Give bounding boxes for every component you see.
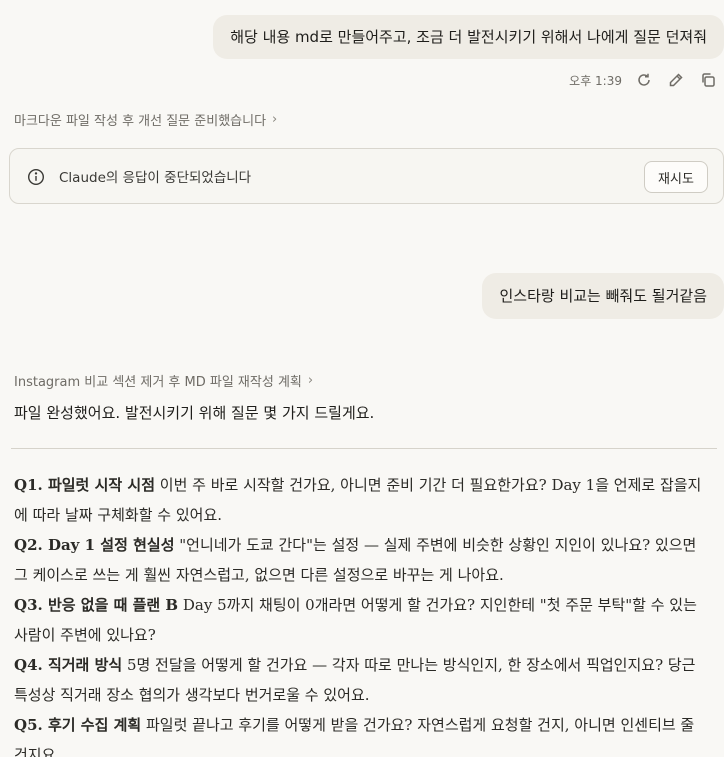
question-item: Q1. 파일럿 시작 시점 이번 주 바로 시작할 건가요, 아니면 준비 기간… bbox=[14, 470, 704, 530]
question-title: Q2. Day 1 설정 현실성 bbox=[14, 536, 175, 554]
chevron-right-icon: › bbox=[272, 112, 278, 127]
user-message-bubble: 해당 내용 md로 만들어주고, 조금 더 발전시키기 위해서 나에게 질문 던… bbox=[213, 15, 724, 59]
question-item: Q5. 후기 수집 계획 파일럿 끝나고 후기를 어떻게 받을 건가요? 자연스… bbox=[14, 710, 704, 757]
thinking-summary[interactable]: 마크다운 파일 작성 후 개선 질문 준비했습니다 › bbox=[14, 110, 277, 129]
question-title: Q5. 후기 수집 계획 bbox=[14, 716, 142, 734]
thinking-label: Instagram 비교 섹션 제거 후 MD 파일 재작성 계획 bbox=[14, 375, 302, 390]
divider bbox=[11, 448, 717, 449]
assistant-reply-intro: 파일 완성했어요. 발전시키기 위해 질문 몇 가지 드릴게요. bbox=[14, 404, 375, 422]
copy-icon[interactable] bbox=[698, 70, 718, 90]
thinking-label: 마크다운 파일 작성 후 개선 질문 준비했습니다 bbox=[14, 114, 267, 129]
thinking-summary[interactable]: Instagram 비교 섹션 제거 후 MD 파일 재작성 계획 › bbox=[14, 371, 313, 390]
info-icon bbox=[27, 168, 45, 186]
question-title: Q1. 파일럿 시작 시점 bbox=[14, 476, 155, 494]
question-item: Q2. Day 1 설정 현실성 "언니네가 도쿄 간다"는 설정 — 실제 주… bbox=[14, 530, 704, 590]
edit-pencil-icon[interactable] bbox=[666, 70, 686, 90]
question-title: Q4. 직거래 방식 bbox=[14, 656, 123, 674]
error-message: Claude의 응답이 중단되었습니다 bbox=[59, 170, 252, 186]
retry-icon[interactable] bbox=[634, 70, 654, 90]
retry-button[interactable]: 재시도 bbox=[644, 161, 708, 193]
user-message-bubble: 인스타랑 비교는 빼줘도 될거같음 bbox=[482, 273, 724, 319]
message-actions: 오후 1:39 bbox=[569, 68, 718, 92]
chat-page: 해당 내용 md로 만들어주고, 조금 더 발전시키기 위해서 나에게 질문 던… bbox=[0, 0, 724, 757]
question-item: Q3. 반응 없을 때 플랜 B Day 5까지 채팅이 0개라면 어떻게 할 … bbox=[14, 590, 704, 650]
question-item: Q4. 직거래 방식 5명 전달을 어떻게 할 건가요 — 각자 따로 만나는 … bbox=[14, 650, 704, 710]
chevron-right-icon: › bbox=[307, 373, 314, 388]
message-timestamp: 오후 1:39 bbox=[569, 73, 622, 88]
question-title: Q3. 반응 없을 때 플랜 B bbox=[14, 596, 179, 614]
error-notice: Claude의 응답이 중단되었습니다 재시도 bbox=[9, 148, 724, 204]
